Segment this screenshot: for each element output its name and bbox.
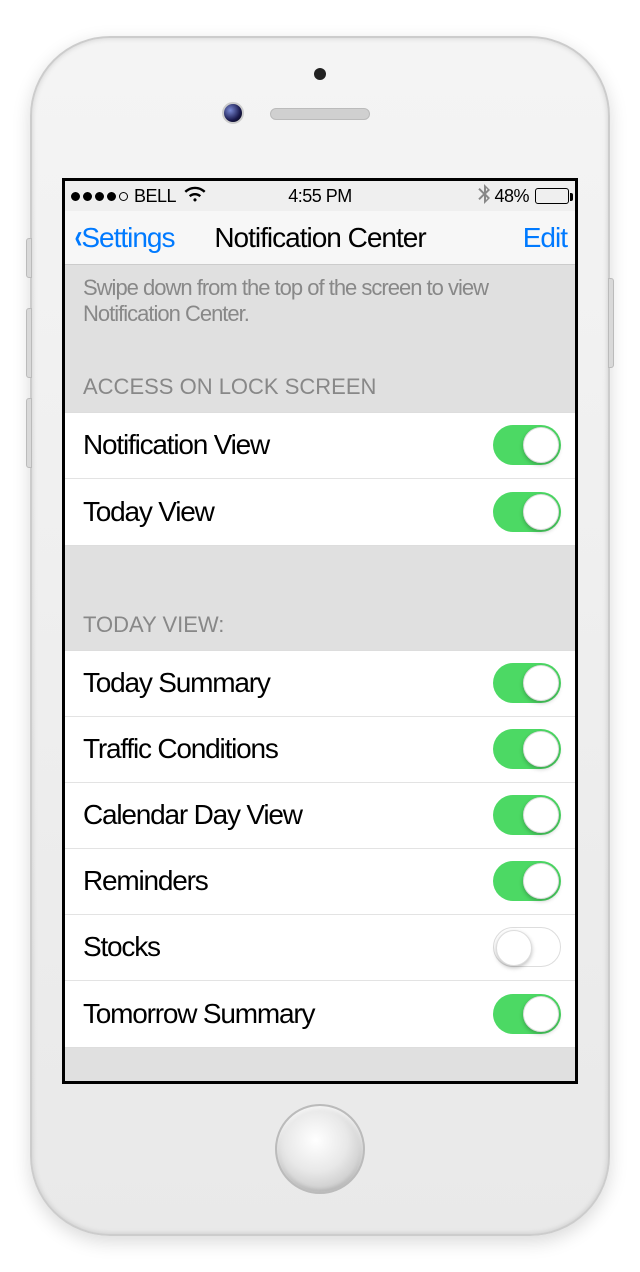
- toggle-calendar-day-view[interactable]: [493, 795, 561, 835]
- row-label: Notification View: [83, 429, 493, 461]
- bluetooth-icon: [478, 184, 490, 209]
- section-header-today: TODAY VIEW:: [65, 588, 575, 650]
- proximity-sensor: [314, 68, 326, 80]
- mute-switch: [26, 238, 32, 278]
- row-today-summary: Today Summary: [65, 651, 575, 717]
- row-label: Stocks: [83, 931, 493, 963]
- row-label: Today View: [83, 496, 493, 528]
- back-button[interactable]: ‹ Settings: [73, 218, 175, 257]
- toggle-reminders[interactable]: [493, 861, 561, 901]
- row-notification-view: Notification View: [65, 413, 575, 479]
- section-gap: [65, 546, 575, 588]
- battery-icon: [535, 188, 569, 204]
- list-today-view: Today Summary Traffic Conditions Calenda…: [65, 650, 575, 1048]
- home-button[interactable]: [275, 1104, 365, 1194]
- back-label: Settings: [81, 222, 174, 254]
- row-label: Tomorrow Summary: [83, 998, 493, 1030]
- row-tomorrow-summary: Tomorrow Summary: [65, 981, 575, 1047]
- row-stocks: Stocks: [65, 915, 575, 981]
- edit-button[interactable]: Edit: [523, 222, 567, 254]
- power-button: [608, 278, 614, 368]
- phone-frame: BELL 4:55 PM 48% ‹ Settings Notification…: [30, 36, 610, 1236]
- list-lock-screen: Notification View Today View: [65, 412, 575, 546]
- row-reminders: Reminders: [65, 849, 575, 915]
- toggle-stocks[interactable]: [493, 927, 561, 967]
- battery-pct-label: 48%: [494, 186, 529, 207]
- earpiece-speaker: [270, 108, 370, 120]
- row-label: Reminders: [83, 865, 493, 897]
- section-header-lock: ACCESS ON LOCK SCREEN: [65, 350, 575, 412]
- volume-up-button: [26, 308, 32, 378]
- screen: BELL 4:55 PM 48% ‹ Settings Notification…: [62, 178, 578, 1084]
- nav-bar: ‹ Settings Notification Center Edit: [65, 211, 575, 265]
- help-text: Swipe down from the top of the screen to…: [65, 265, 575, 350]
- row-calendar-day-view: Calendar Day View: [65, 783, 575, 849]
- front-camera: [222, 102, 244, 124]
- toggle-today-summary[interactable]: [493, 663, 561, 703]
- clock-label: 4:55 PM: [288, 186, 352, 207]
- toggle-today-view[interactable]: [493, 492, 561, 532]
- row-label: Calendar Day View: [83, 799, 493, 831]
- wifi-icon: [184, 186, 206, 207]
- toggle-tomorrow-summary[interactable]: [493, 994, 561, 1034]
- row-traffic-conditions: Traffic Conditions: [65, 717, 575, 783]
- row-label: Traffic Conditions: [83, 733, 493, 765]
- row-today-view: Today View: [65, 479, 575, 545]
- page-title: Notification Center: [214, 222, 425, 254]
- row-label: Today Summary: [83, 667, 493, 699]
- status-bar: BELL 4:55 PM 48%: [65, 181, 575, 211]
- toggle-notification-view[interactable]: [493, 425, 561, 465]
- signal-dots-icon: [71, 192, 128, 201]
- chevron-left-icon: ‹: [75, 218, 82, 257]
- volume-down-button: [26, 398, 32, 468]
- carrier-label: BELL: [134, 186, 176, 207]
- toggle-traffic-conditions[interactable]: [493, 729, 561, 769]
